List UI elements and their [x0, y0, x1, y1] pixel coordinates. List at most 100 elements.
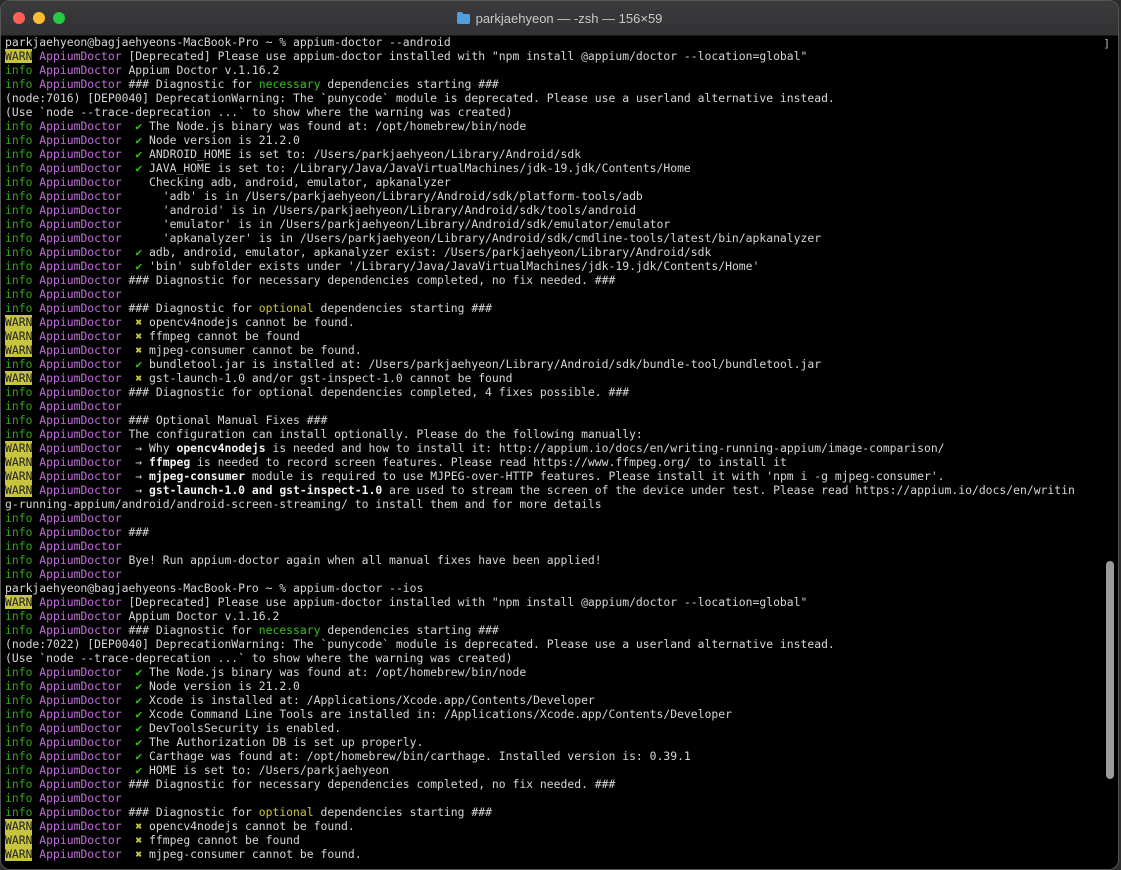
terminal-text-segment: ffmpeg cannot be found — [142, 833, 300, 847]
terminal-text-segment: WARN — [5, 455, 33, 469]
window-title-area: parkjaehyeon — -zsh — 156×59 — [1, 1, 1118, 35]
terminal-text-segment: AppiumDoctor — [39, 147, 122, 161]
terminal-line: info AppiumDoctor — [5, 399, 1105, 413]
terminal-text-segment: info — [5, 735, 33, 749]
terminal-text-segment: ### Diagnostic for optional dependencies… — [121, 385, 630, 399]
terminal-line: info AppiumDoctor — [5, 287, 1105, 301]
terminal-text-segment: info — [5, 777, 33, 791]
terminal-text-segment: AppiumDoctor — [39, 833, 122, 847]
terminal-text-segment: AppiumDoctor — [39, 665, 122, 679]
terminal-text-segment: AppiumDoctor — [39, 175, 122, 189]
terminal-text-segment: AppiumDoctor — [39, 623, 122, 637]
terminal-text-segment: gst-launch-1.0 and/or gst-inspect-1.0 ca… — [142, 371, 513, 385]
terminal-text-segment: AppiumDoctor — [39, 133, 122, 147]
terminal-text-segment: AppiumDoctor — [39, 455, 122, 469]
terminal-text-segment: bundletool.jar is installed at: /Users/p… — [142, 357, 822, 371]
terminal-text-segment: necessary — [258, 77, 321, 91]
terminal-text-segment: AppiumDoctor — [39, 553, 122, 567]
terminal-text-segment: parkjaehyeon@bagjaehyeons-MacBook-Pro ~ … — [5, 581, 424, 595]
terminal-text-segment: AppiumDoctor — [39, 805, 122, 819]
terminal-text-segment: info — [5, 665, 33, 679]
terminal-text-segment: info — [5, 217, 33, 231]
terminal-text-segment: necessary — [258, 623, 321, 637]
terminal-text-segment: AppiumDoctor — [39, 707, 122, 721]
terminal-text-segment: mjpeg-consumer cannot be found. — [142, 343, 362, 357]
terminal-text-segment: optional — [258, 301, 314, 315]
terminal-text-segment: WARN — [5, 441, 33, 455]
terminal-text-segment: info — [5, 161, 33, 175]
terminal-text-segment: AppiumDoctor — [39, 371, 122, 385]
terminal-text-segment: The Node.js binary was found at: /opt/ho… — [142, 665, 527, 679]
terminal-text-segment: Xcode is installed at: /Applications/Xco… — [142, 693, 595, 707]
terminal-text-segment: WARN — [5, 483, 33, 497]
terminal-text-segment: WARN — [5, 469, 33, 483]
terminal-text-segment: info — [5, 609, 33, 623]
terminal-line: info AppiumDoctor ✔ Carthage was found a… — [5, 749, 1105, 763]
terminal-text-segment: Checking adb, android, emulator, apkanal… — [121, 175, 451, 189]
terminal-line: info AppiumDoctor ✔ Xcode Command Line T… — [5, 707, 1105, 721]
terminal-text-segment: info — [5, 175, 33, 189]
terminal-text-segment: AppiumDoctor — [39, 189, 122, 203]
terminal-text-segment: info — [5, 287, 33, 301]
terminal-line: WARN AppiumDoctor [Deprecated] Please us… — [5, 595, 1105, 609]
terminal-text-segment: Appium Doctor v.1.16.2 — [121, 609, 280, 623]
terminal-text-segment: AppiumDoctor — [39, 525, 122, 539]
terminal-text-segment: → — [121, 455, 150, 469]
scrollbar[interactable] — [1106, 41, 1114, 861]
terminal-line: info AppiumDoctor ✔ adb, android, emulat… — [5, 245, 1105, 259]
terminal-line: WARN AppiumDoctor ✖ mjpeg-consumer canno… — [5, 343, 1105, 357]
terminal-text-segment: info — [5, 273, 33, 287]
terminal-text-segment: AppiumDoctor — [39, 273, 122, 287]
terminal-line: info AppiumDoctor ### — [5, 525, 1105, 539]
terminal-text-segment: mjpeg-consumer cannot be found. — [142, 847, 362, 861]
terminal-line: info AppiumDoctor 'android' is in /Users… — [5, 203, 1105, 217]
terminal-line: WARN AppiumDoctor → mjpeg-consumer modul… — [5, 469, 1105, 483]
window-title: parkjaehyeon — -zsh — 156×59 — [475, 10, 663, 26]
terminal-text-segment: mjpeg-consumer — [149, 469, 246, 483]
terminal-line: (node:7016) [DEP0040] DeprecationWarning… — [5, 91, 1105, 105]
terminal-text-segment: gst-launch-1.0 and gst-inspect-1.0 — [149, 483, 383, 497]
terminal-text-segment: opencv4nodejs cannot be found. — [142, 315, 355, 329]
terminal-text-segment: AppiumDoctor — [39, 413, 122, 427]
terminal-line: info AppiumDoctor ✔ 'bin' subfolder exis… — [5, 259, 1105, 273]
terminal-text-segment: info — [5, 763, 33, 777]
terminal-line: parkjaehyeon@bagjaehyeons-MacBook-Pro ~ … — [5, 581, 1105, 595]
terminal-text-segment: optional — [258, 805, 314, 819]
terminal-text-segment: info — [5, 231, 33, 245]
scrollbar-thumb[interactable] — [1106, 561, 1114, 779]
terminal-line: info AppiumDoctor ### Diagnostic for nec… — [5, 77, 1105, 91]
terminal-line: WARN AppiumDoctor → ffmpeg is needed to … — [5, 455, 1105, 469]
terminal-text-segment: (Use `node --trace-deprecation ...` to s… — [5, 651, 513, 665]
terminal-text-segment: ffmpeg — [149, 455, 191, 469]
terminal-text-segment: AppiumDoctor — [39, 287, 122, 301]
terminal-text-segment: AppiumDoctor — [39, 357, 122, 371]
terminal-text-segment: AppiumDoctor — [39, 847, 122, 861]
terminal-text-segment: AppiumDoctor — [39, 329, 122, 343]
terminal-output[interactable]: parkjaehyeon@bagjaehyeons-MacBook-Pro ~ … — [5, 35, 1105, 869]
terminal-text-segment: (node:7016) [DEP0040] DeprecationWarning… — [5, 91, 835, 105]
terminal-text-segment: The Node.js binary was found at: /opt/ho… — [142, 119, 527, 133]
terminal-line: info AppiumDoctor ### Diagnostic for nec… — [5, 623, 1105, 637]
terminal-text-segment: ### Diagnostic for — [121, 805, 259, 819]
terminal-text-segment: info — [5, 539, 33, 553]
terminal-text-segment: WARN — [5, 847, 33, 861]
terminal-text-segment: info — [5, 203, 33, 217]
terminal-text-segment: AppiumDoctor — [39, 679, 122, 693]
terminal-text-segment: parkjaehyeon@bagjaehyeons-MacBook-Pro ~ … — [5, 35, 451, 49]
terminal-text-segment: AppiumDoctor — [39, 791, 122, 805]
terminal-line: info AppiumDoctor The configuration can … — [5, 427, 1105, 441]
terminal-text-segment: WARN — [5, 49, 33, 63]
terminal-text-segment: opencv4nodejs — [176, 441, 266, 455]
terminal-line: info AppiumDoctor — [5, 791, 1105, 805]
